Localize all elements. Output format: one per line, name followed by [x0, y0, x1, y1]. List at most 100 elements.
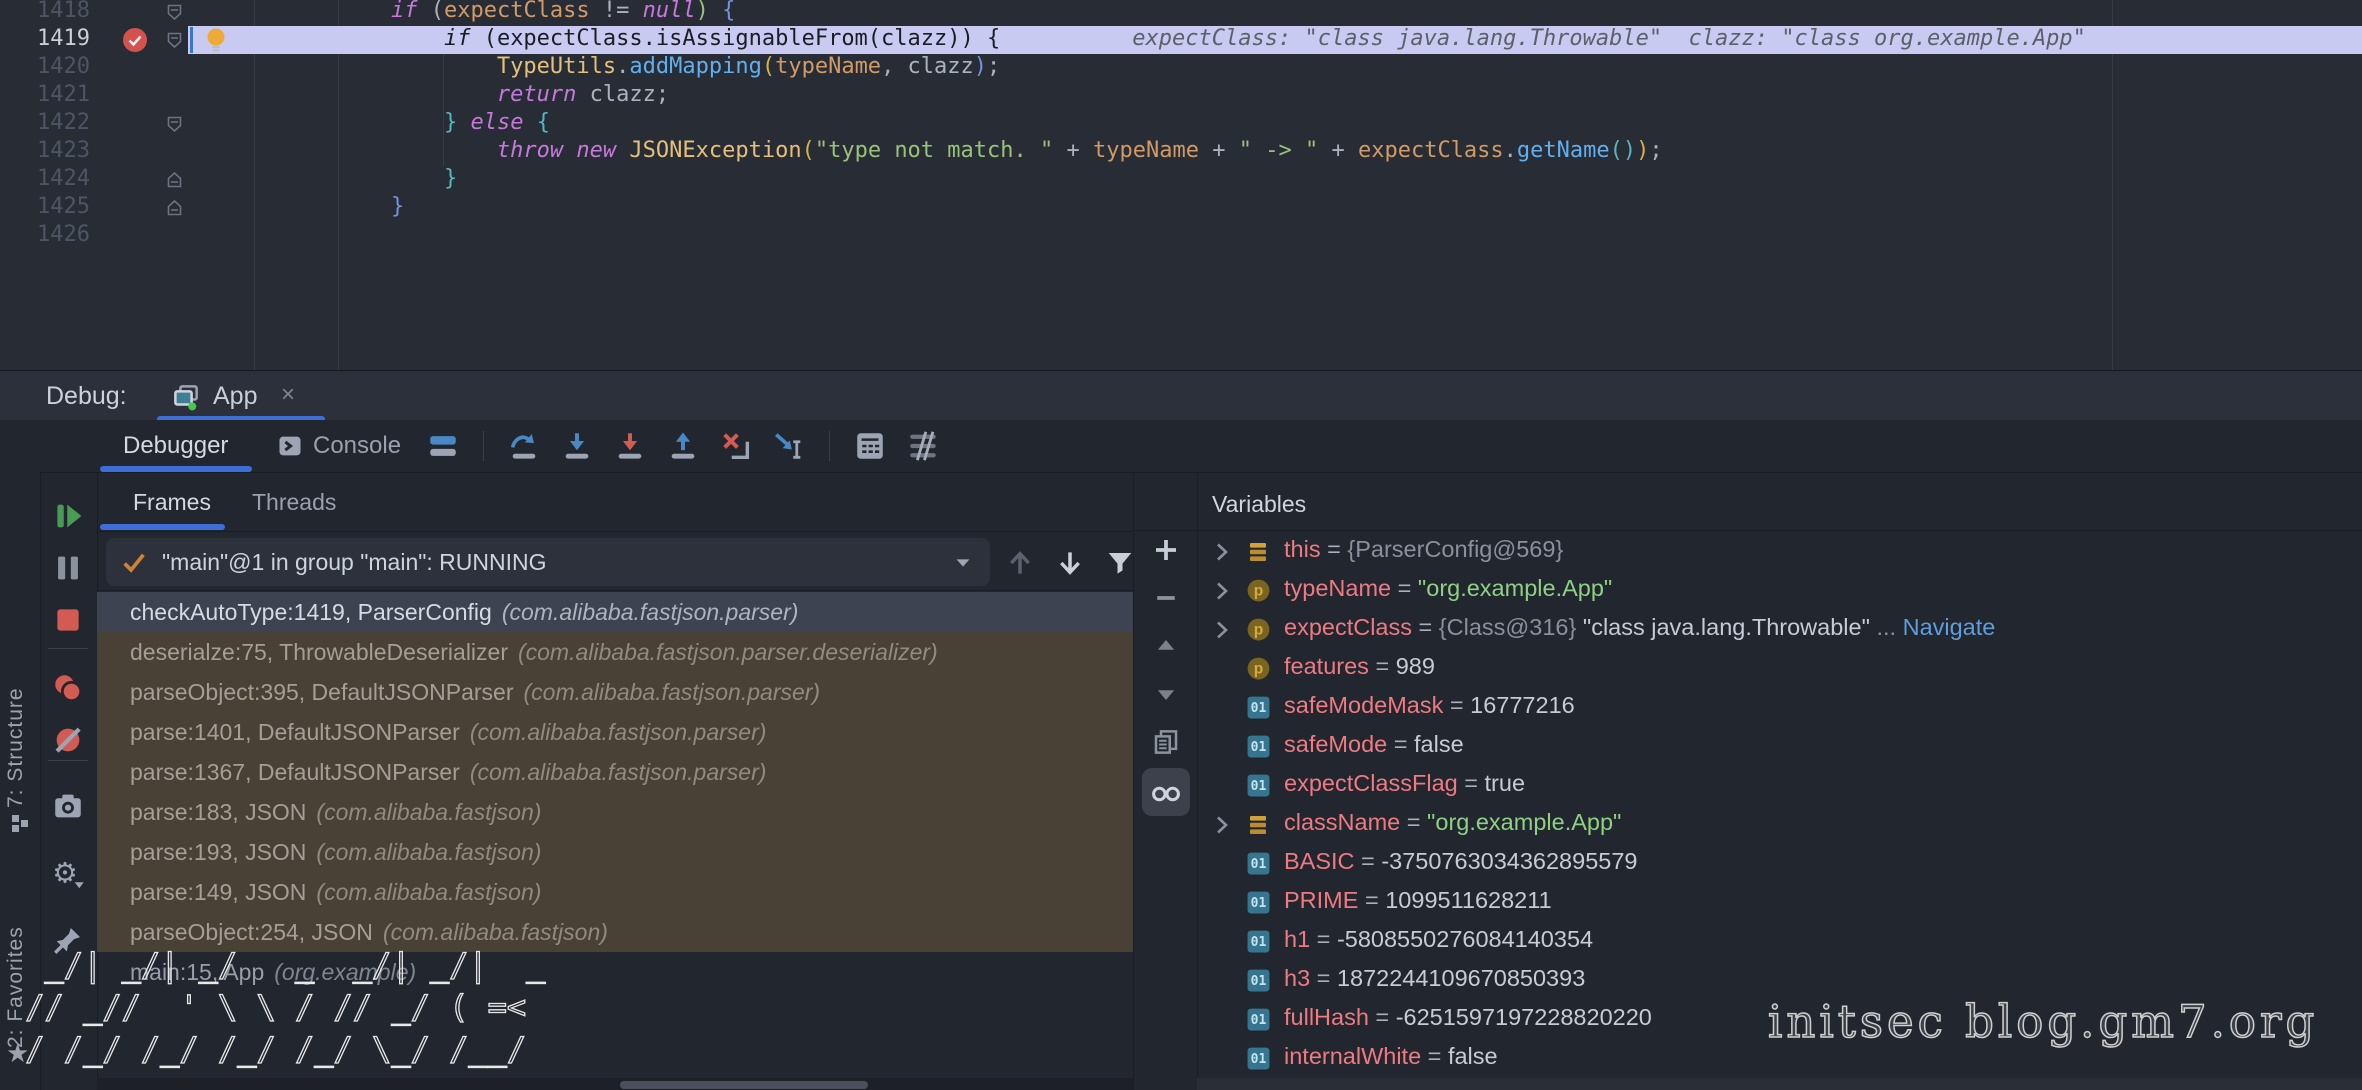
- fold-marker-icon[interactable]: [165, 170, 184, 195]
- stripe-item-structure[interactable]: 7: Structure: [4, 648, 36, 808]
- stack-frame[interactable]: parse:193, JSON(com.alibaba.fastjson): [97, 832, 1133, 872]
- thread-selector-dropdown[interactable]: "main"@1 in group "main": RUNNING: [106, 538, 990, 586]
- force-step-into-button[interactable]: [612, 428, 648, 464]
- code-line[interactable]: 1419 if (expectClass.isAssignableFrom(cl…: [0, 26, 2362, 54]
- variable-row[interactable]: 01h1 = -5808550276084140354: [1197, 920, 2362, 959]
- code-text: return clazz;: [285, 82, 669, 110]
- variable-row[interactable]: className = "org.example.App": [1197, 803, 2362, 842]
- stack-frame[interactable]: parse:183, JSON(com.alibaba.fastjson): [97, 792, 1133, 832]
- tab-frames[interactable]: Frames: [133, 474, 211, 530]
- variable-row[interactable]: p typeName = "org.example.App": [1197, 569, 2362, 608]
- fold-marker-icon[interactable]: [165, 114, 184, 139]
- svg-text:01: 01: [1251, 740, 1267, 755]
- show-watches-button[interactable]: [1142, 768, 1190, 816]
- variable-name: typeName = "org.example.App": [1284, 569, 1612, 608]
- code-line[interactable]: 1424 }: [0, 166, 2362, 194]
- thread-dump-button[interactable]: [50, 788, 86, 824]
- variable-name: features = 989: [1284, 647, 1435, 686]
- variable-row[interactable]: 01PRIME = 1099511628211: [1197, 881, 2362, 920]
- step-over-button[interactable]: [506, 428, 542, 464]
- resume-button[interactable]: [50, 498, 86, 534]
- code-line[interactable]: 1420 TypeUtils.addMapping(typeName, claz…: [0, 54, 2362, 82]
- close-tab-icon[interactable]: ×: [281, 371, 295, 421]
- show-execution-point-button[interactable]: [425, 428, 461, 464]
- variable-name: h1 = -5808550276084140354: [1284, 920, 1593, 959]
- variable-row[interactable]: 01expectClassFlag = true: [1197, 764, 2362, 803]
- variable-row[interactable]: 01safeMode = false: [1197, 725, 2362, 764]
- move-down-button[interactable]: [1148, 676, 1184, 712]
- tab-debugger[interactable]: Debugger: [123, 420, 228, 472]
- drop-frame-button[interactable]: [718, 428, 754, 464]
- mute-breakpoints-button[interactable]: [50, 722, 86, 758]
- stack-frame[interactable]: parseObject:395, DefaultJSONParser(com.a…: [97, 672, 1133, 712]
- svg-text:p: p: [1254, 583, 1264, 600]
- line-number: 1426: [0, 222, 90, 250]
- variable-row[interactable]: 01safeModeMask = 16777216: [1197, 686, 2362, 725]
- line-number: 1424: [0, 166, 90, 194]
- variable-value: 989: [1396, 653, 1435, 679]
- add-watch-button[interactable]: [1148, 532, 1184, 568]
- fold-marker-icon[interactable]: [165, 30, 184, 55]
- toolbar-separator: [48, 760, 88, 761]
- variable-name: className = "org.example.App": [1284, 803, 1621, 842]
- tab-console[interactable]: Console: [313, 420, 401, 472]
- fold-marker-icon[interactable]: [165, 198, 184, 223]
- pause-button[interactable]: [50, 550, 86, 586]
- run-to-cursor-button[interactable]: [771, 428, 807, 464]
- variables-scroll-track: [1197, 1078, 2362, 1090]
- step-into-button[interactable]: [559, 428, 595, 464]
- stack-frame[interactable]: parse:1367, DefaultJSONParser(com.alibab…: [97, 752, 1133, 792]
- equals-sign: =: [1400, 809, 1427, 835]
- code-line[interactable]: 1425 }: [0, 194, 2362, 222]
- equals-sign: =: [1387, 731, 1414, 757]
- frame-location: parseObject:395, DefaultJSONParser: [130, 679, 514, 705]
- debug-label: Debug:: [46, 371, 127, 421]
- frame-location: parse:149, JSON: [130, 879, 306, 905]
- evaluate-expression-button[interactable]: [852, 428, 888, 464]
- frame-down-button[interactable]: [1052, 545, 1088, 581]
- line-number: 1419: [0, 26, 90, 54]
- code-editor[interactable]: 1418 if (expectClass != null) {1419 if (…: [0, 0, 2362, 370]
- code-line[interactable]: 1421 return clazz;: [0, 82, 2362, 110]
- variable-row[interactable]: 01BASIC = -3750763034362895579: [1197, 842, 2362, 881]
- equals-sign: =: [1358, 887, 1385, 913]
- horizontal-scrollbar[interactable]: [620, 1081, 868, 1089]
- equals-sign: =: [1369, 1004, 1396, 1030]
- code-text: if (expectClass.isAssignableFrom(clazz))…: [285, 26, 2086, 54]
- tab-threads[interactable]: Threads: [252, 474, 336, 530]
- code-line[interactable]: 1426: [0, 222, 2362, 250]
- variable-row[interactable]: 01h3 = 1872244109670850393: [1197, 959, 2362, 998]
- console-icon: [272, 428, 308, 464]
- code-line[interactable]: 1422 } else {: [0, 110, 2362, 138]
- stack-frame[interactable]: deserialze:75, ThrowableDeserializer(com…: [97, 632, 1133, 672]
- stack-frame[interactable]: parse:1401, DefaultJSONParser(com.alibab…: [97, 712, 1133, 752]
- duplicate-button[interactable]: [1148, 724, 1184, 760]
- equals-sign: =: [1391, 575, 1418, 601]
- stack-frame[interactable]: parse:149, JSON(com.alibaba.fastjson): [97, 872, 1133, 912]
- navigate-link[interactable]: Navigate: [1903, 614, 1996, 640]
- variable-row[interactable]: p features = 989: [1197, 647, 2362, 686]
- frame-up-button[interactable]: [1002, 545, 1038, 581]
- variable-row[interactable]: pexpectClass = {Class@316} "class java.l…: [1197, 608, 2362, 647]
- code-line[interactable]: 1423 throw new JSONException("type not m…: [0, 138, 2362, 166]
- stack-frame[interactable]: checkAutoType:1419, ParserConfig(com.ali…: [97, 592, 1133, 632]
- remove-watch-button[interactable]: [1148, 580, 1184, 616]
- svg-text:p: p: [1254, 661, 1264, 678]
- variable-name: expectClassFlag = true: [1284, 764, 1525, 803]
- line-number: 1423: [0, 138, 90, 166]
- frames-scroll-track: [97, 1078, 1134, 1090]
- variable-value: -5808550276084140354: [1337, 926, 1593, 952]
- step-out-button[interactable]: [665, 428, 701, 464]
- move-up-button[interactable]: [1148, 628, 1184, 664]
- variable-row[interactable]: this = {ParserConfig@569}: [1197, 530, 2362, 569]
- svg-text:01: 01: [1251, 896, 1267, 911]
- variable-value: "org.example.App": [1418, 575, 1612, 601]
- code-line[interactable]: 1418 if (expectClass != null) {: [0, 0, 2362, 26]
- debug-session-tab[interactable]: App ×: [157, 371, 327, 421]
- fold-marker-icon[interactable]: [165, 2, 184, 27]
- equals-sign: =: [1321, 536, 1348, 562]
- layout-settings-button[interactable]: [905, 428, 941, 464]
- stop-button[interactable]: [50, 602, 86, 638]
- view-breakpoints-button[interactable]: [50, 670, 86, 706]
- settings-button[interactable]: ⚙: [50, 856, 86, 892]
